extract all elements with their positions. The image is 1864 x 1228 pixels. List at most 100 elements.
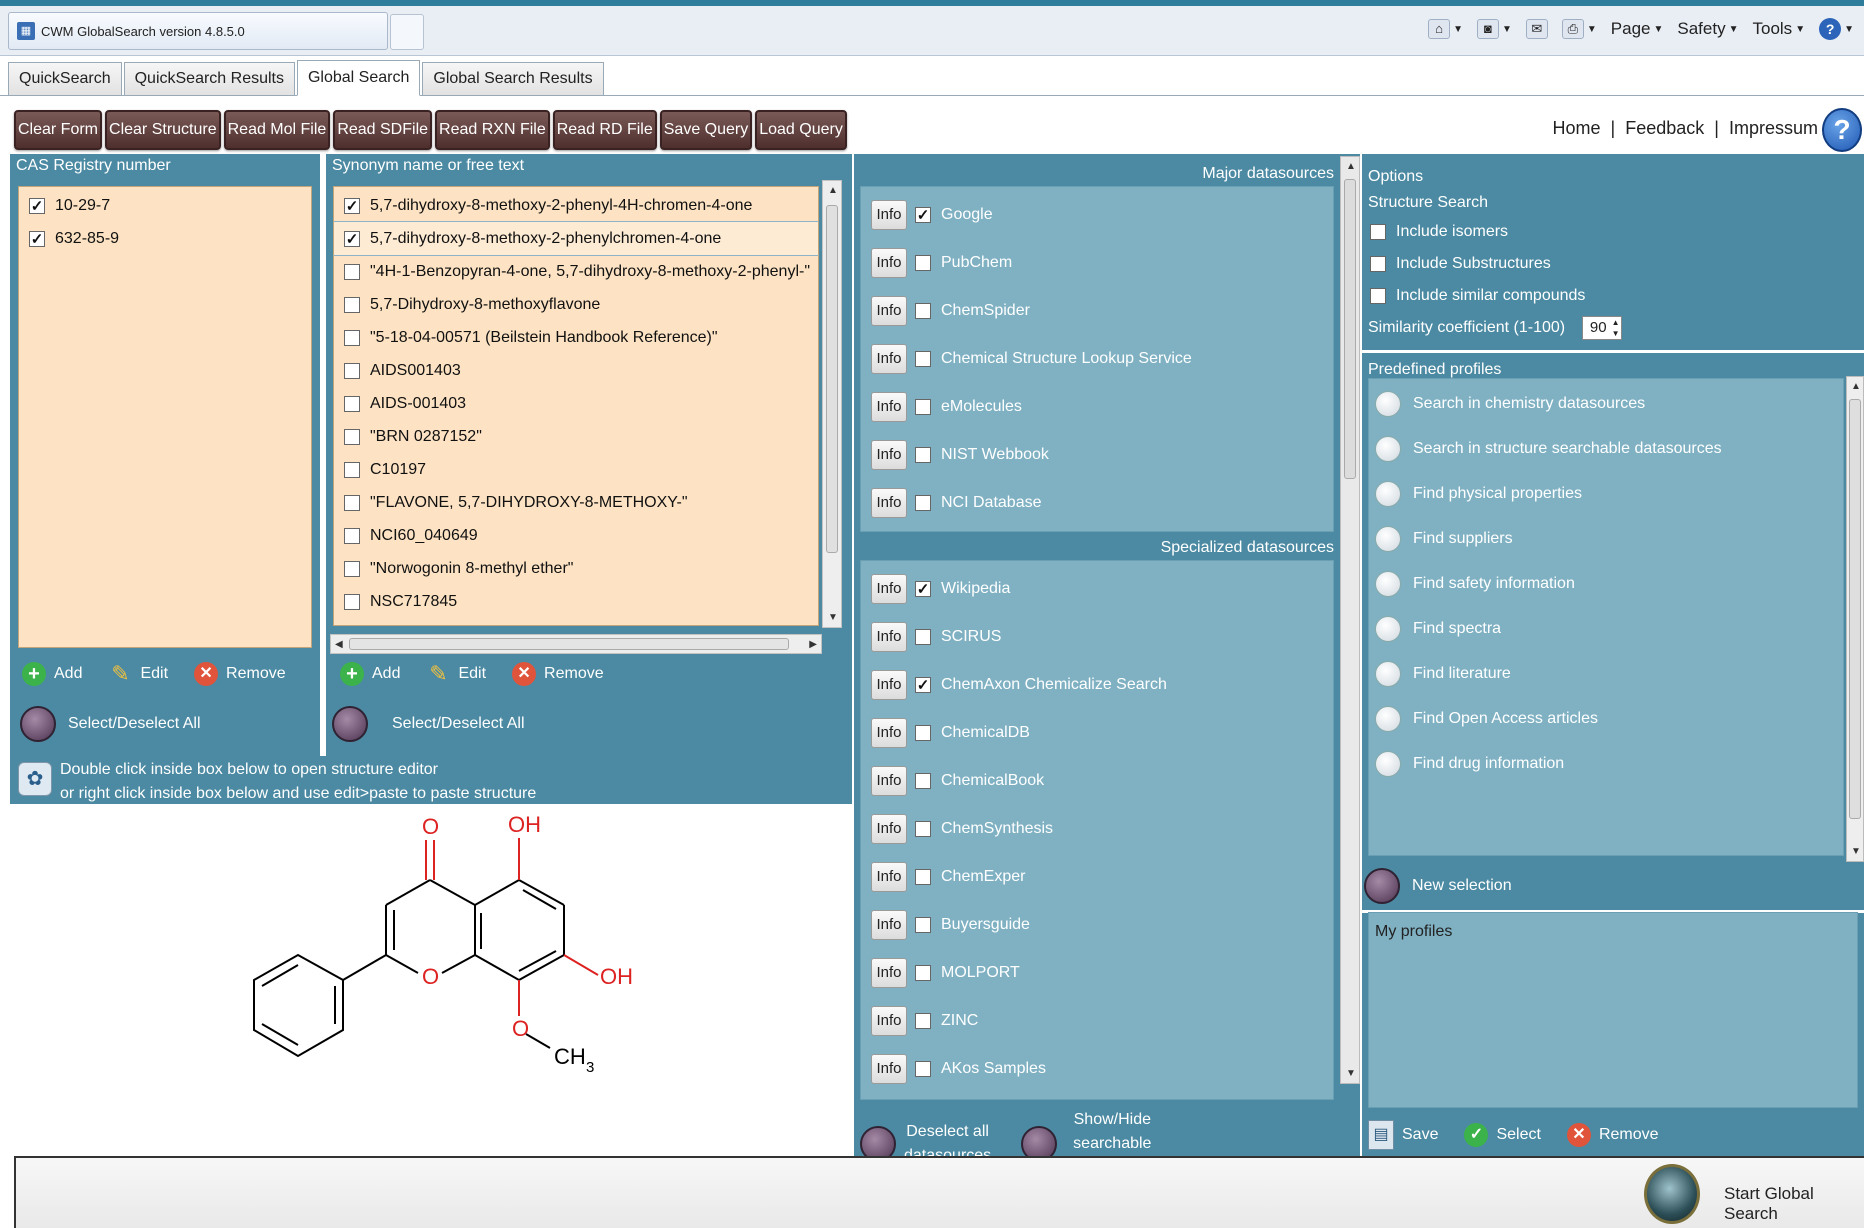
synonym-remove-button[interactable]: ✕ Remove [512,662,604,686]
checkbox[interactable] [344,527,360,544]
checkbox[interactable] [915,447,931,463]
list-item[interactable]: "Norwogonin 8-methyl ether" [334,552,818,585]
synonym-select-all-button[interactable]: Select/Deselect All [332,706,525,742]
list-item[interactable]: "FLAVONE, 5,7-DIHYDROXY-8-METHOXY-" [334,486,818,519]
info-button[interactable]: Info [871,200,907,230]
info-button[interactable]: Info [871,1054,907,1084]
checkbox[interactable]: ✓ [915,581,931,598]
list-item[interactable]: ✓ 632-85-9 [19,222,311,255]
checkbox[interactable] [915,1013,931,1029]
checkbox[interactable]: ✓ [915,677,931,694]
list-item[interactable]: 5,7-Dihydroxy-8-methoxyflavone [334,288,818,321]
list-item[interactable]: ✓ 10-29-7 [19,189,311,222]
profile-option[interactable]: Find drug information [1369,741,1843,786]
checkbox[interactable] [915,725,931,741]
checkbox[interactable]: ✓ [29,197,45,215]
structure-canvas[interactable]: O OH OH O O CH 3 [10,804,852,1160]
include-substructures-option[interactable]: Include Substructures [1362,248,1864,280]
checkbox[interactable] [344,395,360,412]
remove-profile-button[interactable]: ✕ Remove [1566,1123,1659,1147]
tab-global-search-results[interactable]: Global Search Results [422,62,604,96]
profile-option[interactable]: Find suppliers [1369,516,1843,561]
synonym-vertical-scrollbar[interactable]: ▲ ▼ [822,180,842,628]
checkbox[interactable] [915,303,931,319]
info-button[interactable]: Info [871,248,907,278]
checkbox[interactable] [915,773,931,789]
list-item[interactable]: ✓ 5,7-dihydroxy-8-methoxy-2-phenylchromen… [334,221,818,256]
info-button[interactable]: Info [871,814,907,844]
scroll-up-icon[interactable]: ▲ [828,185,838,196]
checkbox[interactable] [344,329,360,346]
browser-tab[interactable]: ▦ CWM GlobalSearch version 4.8.5.0 [8,12,388,50]
cas-edit-button[interactable]: ✎ Edit [108,662,168,686]
list-item[interactable]: "4H-1-Benzopyran-4-one, 5,7-dihydroxy-8-… [334,255,818,288]
checkbox[interactable]: ✓ [29,230,45,248]
info-button[interactable]: Info [871,622,907,652]
profile-option[interactable]: Find physical properties [1369,471,1843,516]
scroll-thumb[interactable] [349,638,789,650]
scroll-thumb[interactable] [826,205,838,553]
cas-remove-button[interactable]: ✕ Remove [194,662,286,686]
info-button[interactable]: Info [871,958,907,988]
spinner-icon[interactable]: ▲ ▼ [1612,317,1620,339]
info-button[interactable]: Info [871,862,907,892]
synonym-edit-button[interactable]: ✎ Edit [426,662,486,686]
new-tab-button[interactable] [390,14,424,50]
datasources-scrollbar[interactable]: ▲ ▼ [1340,156,1360,1084]
safety-menu[interactable]: Safety ▼ [1677,19,1738,39]
new-selection-button[interactable]: New selection [1364,868,1512,904]
radio-icon[interactable] [1375,435,1401,462]
radio-icon[interactable] [1375,705,1401,732]
scroll-down-icon[interactable]: ▼ [1346,1068,1356,1079]
scroll-down-icon[interactable]: ▼ [828,612,838,623]
tab-quicksearch[interactable]: QuickSearch [8,62,122,96]
info-button[interactable]: Info [871,344,907,374]
checkbox[interactable] [915,869,931,885]
info-button[interactable]: Info [871,718,907,748]
start-search-icon[interactable] [1644,1164,1700,1224]
list-item[interactable]: "BRN 0287152" [334,420,818,453]
radio-icon[interactable] [1375,750,1401,777]
checkbox[interactable] [915,255,931,271]
checkbox[interactable] [1370,256,1386,272]
profile-option[interactable]: Find safety information [1369,561,1843,606]
checkbox[interactable] [915,399,931,415]
include-similar-option[interactable]: Include similar compounds [1362,280,1864,312]
checkbox[interactable] [344,263,360,280]
profile-option[interactable]: Find Open Access articles [1369,696,1843,741]
radio-icon[interactable] [1375,615,1401,642]
checkbox[interactable] [915,821,931,837]
save-query-button[interactable]: Save Query [659,110,753,150]
read-rd-file-button[interactable]: Read RD File [552,110,657,150]
scroll-down-icon[interactable]: ▼ [1851,846,1861,857]
scroll-up-icon[interactable]: ▲ [1851,381,1861,392]
cas-select-all-button[interactable]: Select/Deselect All [20,706,201,742]
radio-icon[interactable] [1375,525,1401,552]
read-mol-file-button[interactable]: Read Mol File [223,110,331,150]
checkbox[interactable]: ✓ [344,197,360,215]
start-global-search-button[interactable]: Start Global Search [1724,1184,1864,1224]
info-button[interactable]: Info [871,910,907,940]
checkbox[interactable] [915,495,931,511]
scroll-up-icon[interactable]: ▲ [1346,161,1356,172]
info-button[interactable]: Info [871,766,907,796]
checkbox[interactable] [915,965,931,981]
list-item[interactable]: ✓ 5,7-dihydroxy-8-methoxy-2-phenyl-4H-chr… [334,189,818,222]
tab-quicksearch-results[interactable]: QuickSearch Results [123,62,295,96]
home-link[interactable]: Home [1553,118,1601,139]
scroll-thumb[interactable] [1849,399,1861,819]
list-item[interactable]: AIDS-001403 [334,387,818,420]
checkbox[interactable] [915,1061,931,1077]
load-query-button[interactable]: Load Query [755,110,847,150]
read-rxn-file-button[interactable]: Read RXN File [435,110,550,150]
clear-form-button[interactable]: Clear Form [14,110,103,150]
radio-icon[interactable] [1375,570,1401,597]
checkbox[interactable] [344,560,360,577]
select-profile-button[interactable]: ✓ Select [1464,1123,1541,1147]
checkbox[interactable] [1370,224,1386,240]
scroll-thumb[interactable] [1344,179,1356,479]
info-button[interactable]: Info [871,1006,907,1036]
synonym-horizontal-scrollbar[interactable]: ◀ ▶ [330,634,822,654]
include-isomers-option[interactable]: Include isomers [1362,216,1864,248]
radio-icon[interactable] [1375,390,1401,417]
